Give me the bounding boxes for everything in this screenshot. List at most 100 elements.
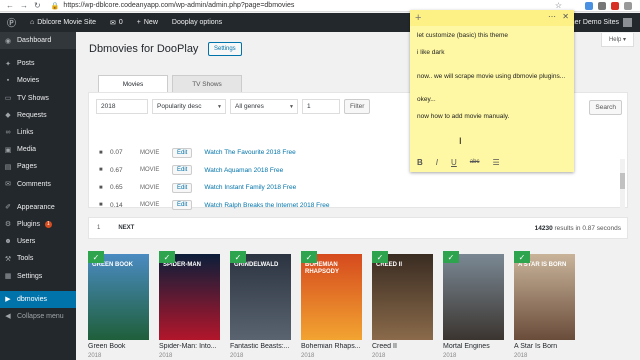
- poster-title[interactable]: Green Book: [88, 343, 149, 350]
- add-note-icon[interactable]: +: [415, 12, 421, 24]
- edit-button[interactable]: Edit: [172, 165, 193, 176]
- result-title-link[interactable]: Watch Instant Family 2018 Free: [204, 184, 296, 191]
- poster-image[interactable]: SPIDER-MAN: [159, 254, 220, 340]
- movie-poster-card[interactable]: ✓ A STAR IS BORN A Star Is Born 2018: [514, 251, 575, 359]
- poster-title[interactable]: Mortal Engines: [443, 343, 504, 350]
- bold-icon[interactable]: B: [417, 158, 423, 167]
- sidebar-item-links[interactable]: ∞ Links: [0, 124, 76, 141]
- pagination: 1 NEXT 14230 results in 0.87 seconds: [88, 217, 628, 239]
- search-button[interactable]: Search: [589, 100, 622, 115]
- movie-poster-card[interactable]: ✓ SPIDER-MAN Spider-Man: Into... 2018: [159, 251, 220, 359]
- year-input[interactable]: 2018: [96, 99, 148, 114]
- help-button[interactable]: Help ▾: [600, 33, 634, 47]
- back-icon[interactable]: ←: [6, 1, 14, 10]
- poster-title[interactable]: A Star Is Born: [514, 343, 575, 350]
- comments-item[interactable]: ✉ 0: [103, 13, 130, 32]
- sidebar-item-comments[interactable]: ✉ Comments: [0, 176, 76, 193]
- sidebar-item-dbmovies[interactable]: ▶ dbmovies: [0, 290, 76, 308]
- movie-poster-card[interactable]: ✓ Mortal Engines 2018: [443, 251, 504, 359]
- edit-button[interactable]: Edit: [172, 147, 193, 158]
- sidebar-item-label: Dashboard: [17, 37, 52, 45]
- sidebar-item-plugins[interactable]: ⚙ Plugins 1: [0, 216, 76, 233]
- settings-icon: ▦: [4, 273, 12, 281]
- sidebar-item-pages[interactable]: ▤ Pages: [0, 158, 76, 175]
- sticky-note-header[interactable]: + ⋯ ✕: [410, 10, 574, 26]
- poster-image[interactable]: CREED II: [372, 254, 433, 340]
- poster-overlay-text: A STAR IS BORN: [518, 262, 567, 268]
- forward-icon[interactable]: →: [20, 1, 28, 10]
- results-scrollbar[interactable]: [620, 159, 625, 209]
- sort-select[interactable]: Popularity desc ▼: [152, 99, 226, 114]
- poster-title[interactable]: Bohemian Rhaps...: [301, 343, 362, 350]
- sidebar-item-requests[interactable]: ◆ Requests: [0, 107, 76, 124]
- check-icon: ✓: [88, 251, 104, 263]
- sidebar-item-label: Users: [17, 238, 36, 246]
- movie-poster-card[interactable]: ✓ BOHEMIAN RHAPSODY Bohemian Rhaps... 2018: [301, 251, 362, 359]
- sidebar-item-tv-shows[interactable]: ▭ TV Shows: [0, 90, 76, 107]
- poster-title[interactable]: Creed II: [372, 343, 433, 350]
- settings-button[interactable]: Settings: [208, 42, 242, 56]
- movie-poster-card[interactable]: ✓ GRINDELWALD Fantastic Beasts:... 2018: [230, 251, 291, 359]
- poster-title[interactable]: Spider-Man: Into...: [159, 343, 220, 350]
- next-page-link[interactable]: NEXT: [118, 225, 134, 231]
- filter-button[interactable]: Filter: [344, 99, 371, 114]
- result-title-link[interactable]: Watch Aquaman 2018 Free: [204, 167, 283, 174]
- sidebar-item-media[interactable]: ▣ Media: [0, 141, 76, 158]
- star-icon[interactable]: ☆: [555, 1, 562, 10]
- strikethrough-icon[interactable]: abc: [470, 159, 480, 165]
- sidebar-item-posts[interactable]: ✦ Posts: [0, 55, 76, 72]
- dooplay-options-item[interactable]: Dooplay options: [165, 13, 229, 32]
- list-icon[interactable]: ☰: [492, 158, 499, 167]
- close-icon[interactable]: ✕: [562, 12, 569, 21]
- wp-logo-item[interactable]: Ⓟ: [0, 13, 23, 32]
- admin-sidebar: ◉ Dashboard ✦ Posts ▪ Movies ▭ TV Shows ◆ Req…: [0, 32, 76, 360]
- poster-image[interactable]: BOHEMIAN RHAPSODY: [301, 254, 362, 340]
- edit-button[interactable]: Edit: [172, 200, 193, 211]
- chevron-down-icon: ▼: [289, 104, 294, 110]
- url-text[interactable]: https://wp-dblcore.codeanyapp.com/wp-adm…: [63, 2, 294, 9]
- sidebar-item-dashboard[interactable]: ◉ Dashboard: [0, 32, 76, 50]
- more-options-icon[interactable]: ⋯: [548, 12, 556, 21]
- sidebar-item-movies[interactable]: ▪ Movies: [0, 72, 76, 89]
- table-row: ■ 0.14 MOVIE Edit Watch Ralph Breaks the Int…: [96, 197, 622, 215]
- tab-tv-shows[interactable]: TV Shows: [172, 75, 242, 92]
- movie-poster-card[interactable]: ✓ GREEN BOOK Green Book 2018: [88, 251, 149, 359]
- sidebar-item-users[interactable]: ☻ Users: [0, 233, 76, 250]
- poster-image[interactable]: GREEN BOOK: [88, 254, 149, 340]
- extension-icon[interactable]: [611, 2, 619, 10]
- sort-value: Popularity desc: [157, 103, 202, 110]
- account-item[interactable]: ther Demo Sites: [569, 13, 640, 32]
- underline-icon[interactable]: U: [451, 158, 457, 167]
- page-number[interactable]: 1: [97, 225, 100, 231]
- sticky-note[interactable]: + ⋯ ✕ let customize (basic) this theme i…: [410, 10, 574, 172]
- sidebar-item-tools[interactable]: ⚒ Tools: [0, 250, 76, 267]
- new-item[interactable]: + New: [130, 13, 165, 32]
- bullet-icon: ■: [99, 202, 103, 209]
- table-row: ■ 0.65 MOVIE Edit Watch Instant Family 2018 …: [96, 179, 622, 197]
- result-title-link[interactable]: Watch The Favourite 2018 Free: [204, 149, 295, 156]
- extension-icon[interactable]: [598, 2, 606, 10]
- sidebar-item-label: Settings: [17, 272, 43, 280]
- extension-icon[interactable]: [585, 2, 593, 10]
- home-icon: ⌂: [30, 19, 35, 26]
- page-input[interactable]: 1: [302, 99, 340, 114]
- italic-icon[interactable]: I: [436, 158, 438, 167]
- poster-image[interactable]: GRINDELWALD: [230, 254, 291, 340]
- sticky-note-body[interactable]: let customize (basic) this theme i like …: [410, 26, 574, 131]
- menu-icon[interactable]: [624, 2, 632, 10]
- poster-image[interactable]: [443, 254, 504, 340]
- sidebar-item-appearance[interactable]: ✐ Appearance: [0, 199, 76, 216]
- genre-select[interactable]: All genres ▼: [230, 99, 298, 114]
- scrollbar-thumb[interactable]: [620, 173, 625, 189]
- sidebar-collapse-menu[interactable]: ◀ Collapse menu: [0, 308, 76, 325]
- movie-poster-card[interactable]: ✓ CREED II Creed II 2018: [372, 251, 433, 359]
- reload-icon[interactable]: ↻: [34, 1, 41, 10]
- poster-title[interactable]: Fantastic Beasts:...: [230, 343, 291, 350]
- poster-image[interactable]: A STAR IS BORN: [514, 254, 575, 340]
- edit-button[interactable]: Edit: [172, 182, 193, 193]
- result-title-link[interactable]: Watch Ralph Breaks the Internet 2018 Fre…: [204, 202, 329, 209]
- sidebar-item-settings[interactable]: ▦ Settings: [0, 267, 76, 284]
- sidebar-item-label: Movies: [17, 77, 40, 85]
- site-name-item[interactable]: ⌂ Dblcore Movie Site: [23, 13, 103, 32]
- tab-movies[interactable]: Movies: [98, 75, 168, 92]
